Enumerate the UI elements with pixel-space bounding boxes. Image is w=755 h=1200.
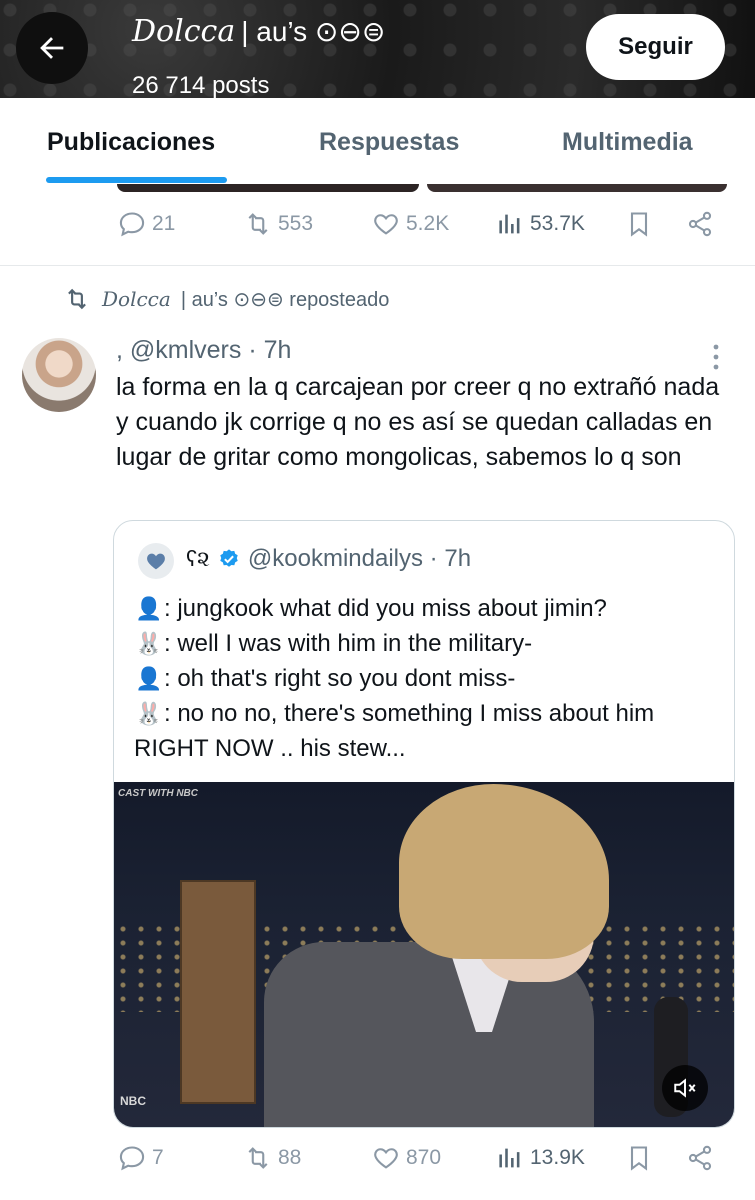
reply-button[interactable]: 7 xyxy=(118,1144,164,1172)
heart-icon xyxy=(374,214,398,235)
repost-indicator[interactable]: Dolcca | au’s ⊙⊖⊜ reposteado xyxy=(62,286,389,312)
quoted-line-text: : jungkook what did you miss about jimin… xyxy=(164,595,607,622)
repost-count: 88 xyxy=(278,1146,302,1169)
reply-count: 21 xyxy=(152,212,176,235)
post-actions: 7 88 870 13.9K xyxy=(0,1144,755,1184)
follow-button[interactable]: Seguir xyxy=(586,14,725,80)
tab-respuestas[interactable]: Respuestas xyxy=(319,128,459,157)
post-divider xyxy=(0,265,755,266)
analytics-icon xyxy=(499,1148,520,1168)
post-text: la forma en la q carcajean por creer q n… xyxy=(116,373,720,471)
bookmark-icon xyxy=(630,212,648,237)
like-count: 870 xyxy=(406,1146,442,1169)
previous-post-actions: 21 553 5.2K 53.7K xyxy=(0,210,755,250)
heart-icon xyxy=(147,553,165,570)
reply-icon xyxy=(119,212,145,237)
quoted-line: 👤: oh that's right so you dont miss- xyxy=(134,661,724,696)
display-name-suffix: | au’s ⊙⊖⊜ xyxy=(241,16,386,47)
like-button[interactable]: 5.2K xyxy=(372,210,449,238)
profile-display-name: Dolcca | au’s ⊙⊖⊜ xyxy=(132,14,385,49)
quoted-handle: @kookmindailys · 7h xyxy=(247,545,472,572)
back-button[interactable] xyxy=(16,12,88,84)
repost-icon xyxy=(68,288,86,310)
analytics-icon xyxy=(499,214,520,234)
repost-button[interactable]: 88 xyxy=(244,1144,301,1172)
repost-icon xyxy=(248,1147,268,1169)
posts-count: 26 714 posts xyxy=(132,72,270,98)
bunny-icon: 🐰 xyxy=(135,631,163,656)
person-icon: 👤 xyxy=(135,596,163,621)
heart-icon xyxy=(374,1148,398,1169)
reply-button[interactable]: 21 xyxy=(118,210,175,238)
avatar[interactable] xyxy=(22,338,96,412)
like-count: 5.2K xyxy=(406,212,450,235)
video-player[interactable]: CAST WITH NBC NBC xyxy=(114,782,734,1127)
repost-count: 553 xyxy=(278,212,314,235)
share-icon xyxy=(688,211,712,237)
bookmark-button[interactable] xyxy=(625,210,653,238)
quoted-line-text: : no no no, there's something I miss abo… xyxy=(164,700,655,727)
quoted-line-text: : well I was with him in the military- xyxy=(164,630,533,657)
quoted-post-header: ʕ૨ @kookmindailys · 7h xyxy=(186,545,471,573)
bookmark-icon xyxy=(630,1146,648,1171)
quoted-display-name: ʕ૨ xyxy=(186,546,210,571)
reply-icon xyxy=(119,1146,145,1171)
repost-by-name: Dolcca xyxy=(102,287,171,311)
quoted-post[interactable]: ʕ૨ @kookmindailys · 7h 👤: jungkook what … xyxy=(113,520,735,1128)
share-button[interactable] xyxy=(686,210,714,238)
share-button[interactable] xyxy=(686,1144,714,1172)
tab-publicaciones[interactable]: Publicaciones xyxy=(47,128,215,157)
quoted-avatar[interactable] xyxy=(138,543,174,579)
arrow-left-icon xyxy=(40,37,64,59)
views-button[interactable]: 53.7K xyxy=(496,210,585,238)
person-icon: 👤 xyxy=(135,666,163,691)
bookmark-button[interactable] xyxy=(625,1144,653,1172)
video-background xyxy=(180,880,256,1104)
video-watermark: CAST WITH NBC xyxy=(118,788,198,799)
speaker-muted-icon xyxy=(674,1078,696,1098)
tab-multimedia[interactable]: Multimedia xyxy=(562,128,693,157)
quoted-line-text: RIGHT NOW .. his stew... xyxy=(134,735,406,762)
previous-post-media[interactable] xyxy=(427,184,727,192)
quoted-line: 👤: jungkook what did you miss about jimi… xyxy=(134,591,724,626)
more-options-icon[interactable] xyxy=(708,342,724,372)
video-subject xyxy=(399,784,609,959)
quoted-line: 🐰: no no no, there's something I miss ab… xyxy=(134,696,724,731)
views-count: 53.7K xyxy=(530,212,585,235)
quoted-line: RIGHT NOW .. his stew... xyxy=(134,731,724,766)
views-button[interactable]: 13.9K xyxy=(496,1144,585,1172)
video-watermark: NBC xyxy=(120,1094,146,1108)
active-tab-indicator xyxy=(46,177,227,183)
post-author-handle[interactable]: , @kmlvers · 7h xyxy=(116,336,291,365)
previous-post-media[interactable] xyxy=(117,184,419,192)
quoted-text: 👤: jungkook what did you miss about jimi… xyxy=(134,591,724,766)
mute-button[interactable] xyxy=(662,1065,708,1111)
repost-button[interactable]: 553 xyxy=(244,210,313,238)
reply-count: 7 xyxy=(152,1146,164,1169)
like-button[interactable]: 870 xyxy=(372,1144,441,1172)
profile-tabs: Publicaciones Respuestas Multimedia xyxy=(0,98,755,186)
repost-icon xyxy=(248,213,268,235)
quoted-line-text: : oh that's right so you dont miss- xyxy=(164,665,516,692)
profile-header: Dolcca | au’s ⊙⊖⊜ 26 714 posts Seguir xyxy=(0,0,755,98)
views-count: 13.9K xyxy=(530,1146,585,1169)
repost-by-label: | au’s ⊙⊖⊜ reposteado xyxy=(180,288,390,311)
bunny-icon: 🐰 xyxy=(135,701,163,726)
verified-badge-icon xyxy=(220,549,238,567)
quoted-line: 🐰: well I was with him in the military- xyxy=(134,626,724,661)
share-icon xyxy=(688,1145,712,1171)
display-name-script: Dolcca xyxy=(132,14,236,49)
